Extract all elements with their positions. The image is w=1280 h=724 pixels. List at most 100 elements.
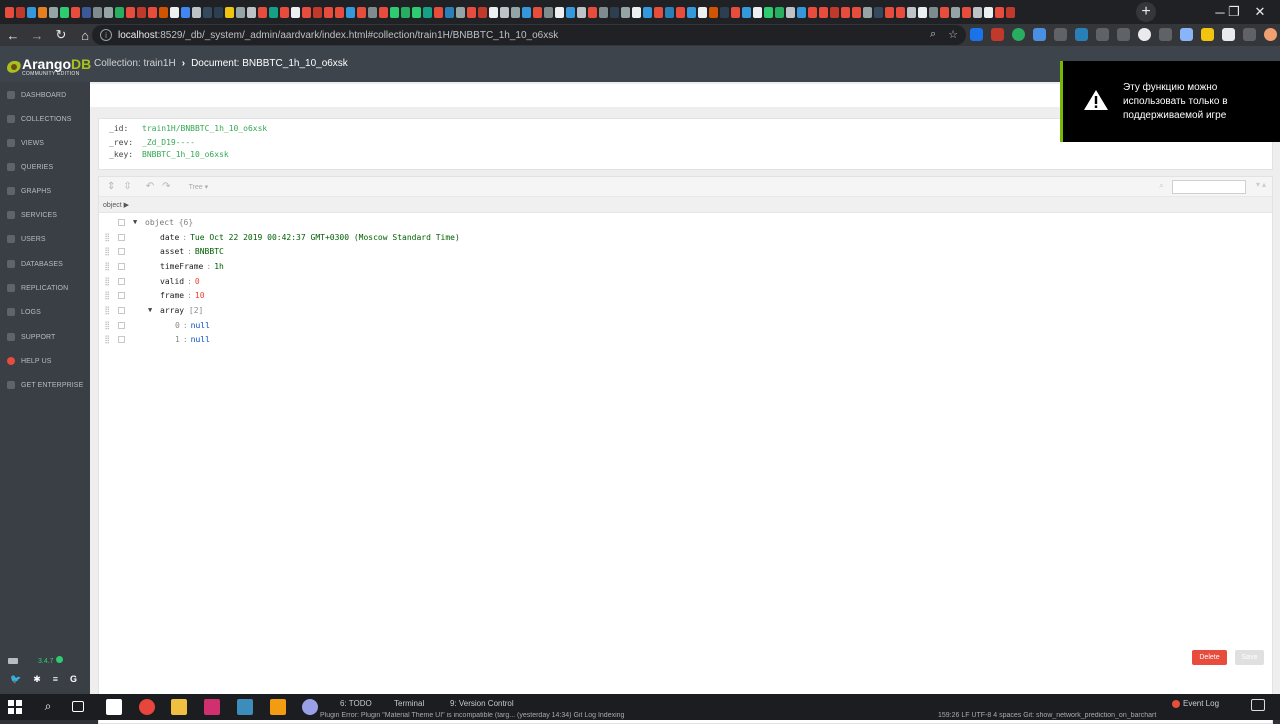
tab-favicon[interactable]: [852, 6, 861, 18]
sidebar-item-users[interactable]: USERS: [0, 227, 90, 251]
tab-favicon[interactable]: [709, 6, 718, 18]
sidebar-item-replication[interactable]: REPLICATION: [0, 276, 90, 300]
select-checkbox[interactable]: [118, 292, 125, 300]
select-checkbox[interactable]: [118, 336, 125, 344]
extension-icon[interactable]: [1222, 28, 1235, 41]
tab-favicon[interactable]: [203, 6, 212, 18]
tab-favicon[interactable]: [302, 6, 311, 18]
tab-favicon[interactable]: [720, 6, 729, 18]
drag-handle[interactable]: [105, 276, 109, 286]
mail-app-icon[interactable]: [106, 699, 122, 715]
slack-icon[interactable]: ✱: [33, 674, 41, 685]
search-icon[interactable]: ⌕: [40, 699, 56, 715]
profile-avatar[interactable]: [1264, 28, 1277, 41]
tab-favicon[interactable]: [247, 6, 256, 18]
tab-favicon[interactable]: [753, 6, 762, 18]
extension-icon[interactable]: [1243, 28, 1256, 41]
tab-favicon[interactable]: [192, 6, 201, 18]
extension-icon[interactable]: [1117, 28, 1130, 41]
collapse-all-icon[interactable]: ⇳: [123, 181, 131, 192]
tab-favicon[interactable]: [654, 6, 663, 18]
search-input[interactable]: [1172, 180, 1246, 194]
tab-favicon[interactable]: [412, 6, 421, 18]
tab-favicon[interactable]: [214, 6, 223, 18]
chrome-app-icon[interactable]: [139, 699, 155, 715]
field-value[interactable]: Tue Oct 22 2019 00:42:37 GMT+0300 (Mosco…: [190, 233, 460, 242]
sublime-text-icon[interactable]: [270, 699, 286, 715]
tab-favicon[interactable]: [434, 6, 443, 18]
tab-favicon[interactable]: [687, 6, 696, 18]
extension-icon[interactable]: [1012, 28, 1025, 41]
field-key[interactable]: timeFrame: [160, 262, 203, 271]
save-button[interactable]: Save: [1235, 650, 1264, 665]
tab-favicon[interactable]: [544, 6, 553, 18]
undo-icon[interactable]: ↶: [146, 181, 154, 192]
bookmark-star-icon[interactable]: ☆: [948, 28, 958, 41]
tab-favicon[interactable]: [280, 6, 289, 18]
tab-favicons[interactable]: [0, 0, 1130, 24]
event-log[interactable]: Event Log: [1172, 699, 1219, 708]
tab-favicon[interactable]: [500, 6, 509, 18]
tab-favicon[interactable]: [808, 6, 817, 18]
file-explorer-icon[interactable]: [171, 699, 187, 715]
field-key[interactable]: frame: [160, 291, 184, 300]
sidebar-item-databases[interactable]: DATABASES: [0, 252, 90, 276]
tab-favicon[interactable]: [841, 6, 850, 18]
tab-favicon[interactable]: [918, 6, 927, 18]
select-checkbox[interactable]: [118, 306, 125, 314]
tab-favicon[interactable]: [82, 6, 91, 18]
task-view-icon[interactable]: [72, 701, 84, 712]
redo-icon[interactable]: ↷: [162, 181, 170, 192]
extension-icon[interactable]: [991, 28, 1004, 41]
field-value[interactable]: BNBBTC: [195, 247, 224, 256]
tab-favicon[interactable]: [335, 6, 344, 18]
drag-handle[interactable]: [105, 232, 109, 242]
tab-favicon[interactable]: [357, 6, 366, 18]
delete-button[interactable]: Delete: [1192, 650, 1227, 665]
drag-handle[interactable]: [105, 305, 109, 315]
tab-favicon[interactable]: [225, 6, 234, 18]
tab-favicon[interactable]: [775, 6, 784, 18]
ide-terminal-tab[interactable]: Terminal: [394, 699, 424, 708]
windows-start-icon[interactable]: [7, 699, 23, 715]
select-checkbox[interactable]: [118, 218, 125, 226]
search-app-icon[interactable]: [302, 699, 318, 715]
twitter-icon[interactable]: 🐦: [10, 674, 21, 685]
tab-favicon[interactable]: [313, 6, 322, 18]
tab-favicon[interactable]: [467, 6, 476, 18]
remote-desktop-icon[interactable]: [237, 699, 253, 715]
tab-favicon[interactable]: [126, 6, 135, 18]
forward-icon[interactable]: →: [26, 24, 48, 46]
tab-favicon[interactable]: [731, 6, 740, 18]
back-icon[interactable]: ←: [2, 24, 24, 46]
tab-favicon[interactable]: [973, 6, 982, 18]
sidebar-item-collections[interactable]: COLLECTIONS: [0, 107, 90, 131]
drag-handle[interactable]: [105, 291, 109, 301]
tab-favicon[interactable]: [995, 6, 1004, 18]
select-checkbox[interactable]: [118, 262, 125, 270]
field-value[interactable]: 1h: [214, 262, 224, 271]
tab-favicon[interactable]: [148, 6, 157, 18]
tab-favicon[interactable]: [5, 6, 14, 18]
extension-icon[interactable]: [1096, 28, 1109, 41]
tab-favicon[interactable]: [797, 6, 806, 18]
extension-icon[interactable]: [970, 28, 983, 41]
sidebar-item-help-us[interactable]: HELP US: [0, 349, 90, 373]
tab-favicon[interactable]: [489, 6, 498, 18]
tab-favicon[interactable]: [643, 6, 652, 18]
tab-favicon[interactable]: [170, 6, 179, 18]
tab-favicon[interactable]: [742, 6, 751, 18]
stackoverflow-icon[interactable]: ≡: [53, 674, 58, 685]
tab-favicon[interactable]: [566, 6, 575, 18]
tab-favicon[interactable]: [71, 6, 80, 18]
new-tab-button[interactable]: +: [1136, 2, 1156, 22]
expand-all-icon[interactable]: ⇕: [107, 181, 115, 192]
tab-favicon[interactable]: [940, 6, 949, 18]
tab-favicon[interactable]: [478, 6, 487, 18]
sidebar-item-graphs[interactable]: GRAPHS: [0, 179, 90, 203]
tab-favicon[interactable]: [93, 6, 102, 18]
array-key[interactable]: array: [160, 306, 184, 315]
extension-icon[interactable]: [1180, 28, 1193, 41]
tab-favicon[interactable]: [786, 6, 795, 18]
tab-favicon[interactable]: [907, 6, 916, 18]
